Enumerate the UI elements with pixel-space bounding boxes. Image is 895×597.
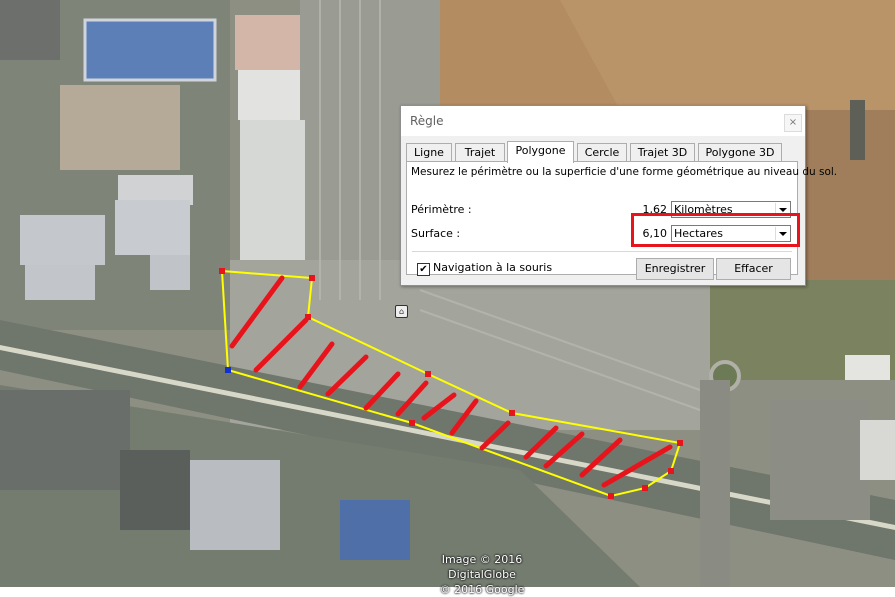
divider <box>412 251 792 252</box>
tab-cercle[interactable]: Cercle <box>577 143 627 161</box>
polygon-panel: Mesurez le périmètre ou la superficie d'… <box>406 161 837 280</box>
tab-polygone[interactable]: Polygone <box>507 141 574 163</box>
tab-polygone-3d[interactable]: Polygone 3D <box>698 143 782 161</box>
close-icon[interactable]: × <box>784 114 802 132</box>
tab-trajet[interactable]: Trajet <box>455 143 505 161</box>
surface-label: Surface : <box>411 227 461 240</box>
save-button[interactable]: Enregistrer <box>636 258 714 280</box>
attribution-google: © 2016 Google <box>439 583 525 596</box>
map-attribution: Image © 2016 DigitalGlobe © 2016 Google <box>412 552 552 597</box>
mouse-navigation-checkbox[interactable]: ✔ <box>417 263 430 276</box>
satellite-map[interactable] <box>0 0 895 587</box>
tab-trajet-3d[interactable]: Trajet 3D <box>630 143 695 161</box>
dialog-titlebar[interactable]: Règle × <box>401 106 805 136</box>
mouse-navigation-label[interactable]: Navigation à la souris <box>433 261 552 274</box>
attribution-imagery: Image © 2016 DigitalGlobe <box>441 553 523 581</box>
surface-highlight-box <box>631 213 800 247</box>
dialog-title: Règle <box>410 114 444 128</box>
perimeter-label: Périmètre : <box>411 203 472 216</box>
clear-button[interactable]: Effacer <box>716 258 791 280</box>
tab-ligne[interactable]: Ligne <box>406 143 452 161</box>
ruler-dialog: Règle × Ligne Trajet Polygone Cercle Tra… <box>400 105 837 286</box>
panel-description: Mesurez le périmètre ou la superficie d'… <box>411 166 838 178</box>
placemark-icon[interactable]: ⌂ <box>395 305 408 318</box>
